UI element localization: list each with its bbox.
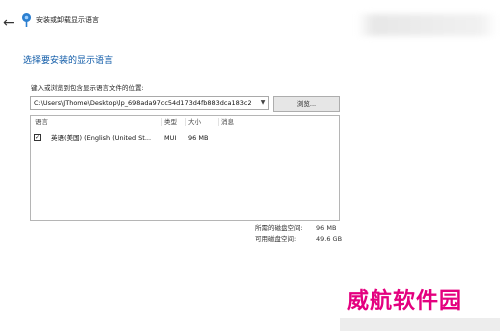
column-header-message[interactable]: 消息 xyxy=(221,116,234,128)
install-display-language-window: ← 安装或卸载显示语言 选择要安装的显示语言 键入或浏览到包含显示语言文件的位置… xyxy=(0,0,500,331)
checkbox-checked-icon[interactable]: ✓ xyxy=(34,134,41,141)
title-bar: ← 安装或卸载显示语言 xyxy=(0,0,500,40)
column-divider[interactable] xyxy=(218,118,219,126)
required-space: 所需的磁盘空间: 96 MB xyxy=(255,224,336,233)
row-size: 96 MB xyxy=(188,134,209,142)
required-space-label: 所需的磁盘空间: xyxy=(255,224,303,232)
path-value[interactable]: C:\Users\JThome\Desktop\lp_698ada97cc54d… xyxy=(34,99,252,107)
list-item[interactable]: ✓ 英语(美国) (English (United St... MUI 96 M… xyxy=(31,132,339,144)
footer-buttons-obscured xyxy=(340,318,500,331)
window-title: 安装或卸载显示语言 xyxy=(36,16,99,24)
required-space-value: 96 MB xyxy=(316,224,337,232)
available-space-value: 49.6 GB xyxy=(316,235,343,243)
site-watermark: 威航软件园 xyxy=(347,289,463,314)
available-space: 可用磁盘空间: 49.6 GB xyxy=(255,235,342,244)
path-field-label: 键入或浏览到包含显示语言文件的位置: xyxy=(31,84,144,92)
row-type: MUI xyxy=(164,134,177,142)
column-header-language[interactable]: 语言 xyxy=(35,116,48,128)
row-language: 英语(美国) (English (United St... xyxy=(51,134,152,142)
language-globe-icon xyxy=(22,13,31,27)
browse-button[interactable]: 浏览... xyxy=(273,96,340,112)
list-header: 语言 类型 大小 消息 xyxy=(31,116,339,128)
path-combobox[interactable]: C:\Users\JThome\Desktop\lp_698ada97cc54d… xyxy=(30,96,269,110)
column-header-type[interactable]: 类型 xyxy=(164,116,177,128)
language-list[interactable]: 语言 类型 大小 消息 ✓ 英语(美国) (English (United St… xyxy=(30,115,340,221)
chevron-down-icon[interactable]: ▼ xyxy=(259,98,267,108)
column-divider[interactable] xyxy=(161,118,162,126)
arrow-left-icon[interactable]: ← xyxy=(3,16,19,30)
page-heading: 选择要安装的显示语言 xyxy=(23,56,114,66)
available-space-label: 可用磁盘空间: xyxy=(255,235,297,243)
column-divider[interactable] xyxy=(185,118,186,126)
column-header-size[interactable]: 大小 xyxy=(188,116,201,128)
window-controls-blurred xyxy=(357,14,497,36)
